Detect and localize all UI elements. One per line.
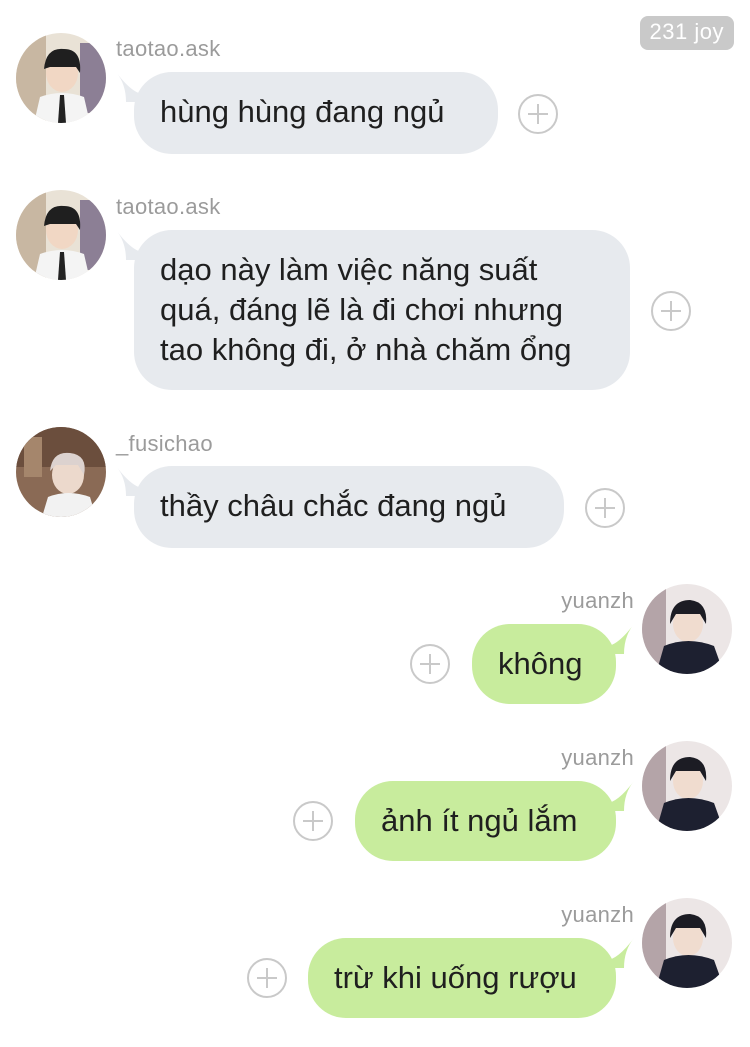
sender-name: taotao.ask (116, 194, 221, 219)
avatar-yuanzh-image (642, 898, 732, 988)
message-bubble[interactable]: trừ khi uống rượu (308, 938, 616, 1018)
avatar-taotao-image (16, 33, 106, 123)
message-bubble[interactable]: không (472, 624, 616, 704)
message-line: dạo này làm việc năng suất (160, 252, 538, 287)
avatar[interactable] (642, 584, 732, 674)
avatar-taotao-image (16, 190, 106, 280)
watermark-badge: 231 joy (639, 16, 734, 50)
add-reaction-button[interactable] (293, 801, 333, 841)
avatar-yuanzh-image (642, 741, 732, 831)
message-bubble[interactable]: hùng hùng đang ngủ (134, 72, 498, 154)
sender-name: yuanzh (561, 902, 634, 927)
add-reaction-button[interactable] (651, 291, 691, 331)
message-bubble[interactable]: thầy châu chắc đang ngủ (134, 466, 564, 548)
sender-name: yuanzh (561, 588, 634, 613)
add-reaction-button[interactable] (247, 958, 287, 998)
avatar-yuanzh-image (642, 584, 732, 674)
avatar[interactable] (642, 898, 732, 988)
message-bubble[interactable]: dạo này làm việc năng suất quá, đáng lẽ … (134, 230, 630, 390)
add-reaction-button[interactable] (585, 488, 625, 528)
add-reaction-button[interactable] (518, 94, 558, 134)
add-reaction-button[interactable] (410, 644, 450, 684)
message-line: tao không đi, ở nhà chăm ổng (160, 332, 572, 367)
avatar[interactable] (642, 741, 732, 831)
avatar[interactable] (16, 33, 106, 123)
sender-name: taotao.ask (116, 36, 221, 61)
avatar-fusichao-image (16, 427, 106, 517)
sender-name: yuanzh (561, 745, 634, 770)
avatar[interactable] (16, 427, 106, 517)
avatar[interactable] (16, 190, 106, 280)
message-bubble[interactable]: ảnh ít ngủ lắm (355, 781, 616, 861)
message-line: quá, đáng lẽ là đi chơi nhưng (160, 292, 564, 327)
sender-name: _fusichao (116, 431, 213, 456)
